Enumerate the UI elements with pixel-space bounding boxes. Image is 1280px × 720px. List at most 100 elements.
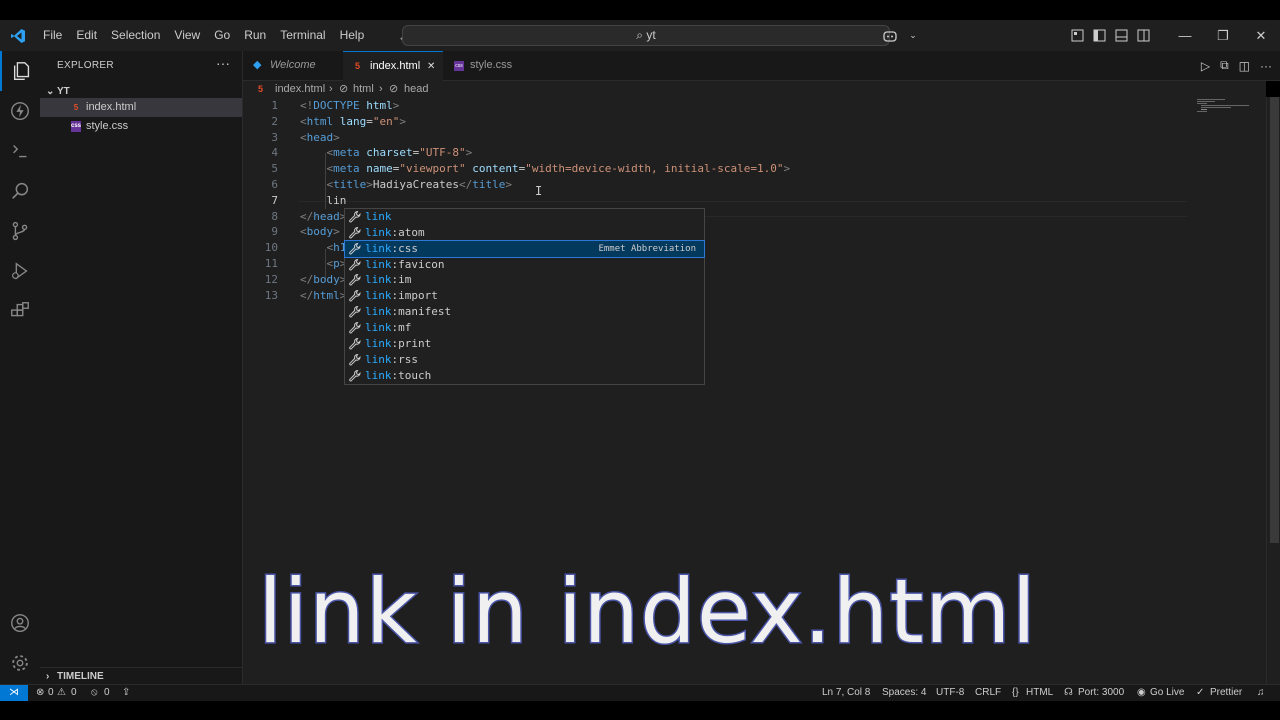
menu-help[interactable]: Help bbox=[333, 20, 372, 51]
error-icon[interactable]: ⊗ bbox=[36, 685, 44, 701]
suggestion-label: link:favicon bbox=[365, 257, 445, 271]
code-line[interactable]: 3 <head> bbox=[243, 130, 1183, 146]
menu-terminal[interactable]: Terminal bbox=[273, 20, 332, 51]
suggestion-item[interactable]: link:touch bbox=[345, 368, 704, 384]
run-debug-icon[interactable] bbox=[0, 251, 40, 291]
toggle-panel-icon[interactable] bbox=[1110, 20, 1132, 51]
more-actions-icon[interactable]: ··· bbox=[1260, 59, 1272, 73]
run-icon[interactable]: ▷ bbox=[1201, 59, 1210, 73]
suggestion-item[interactable]: link bbox=[345, 209, 704, 225]
code-line[interactable]: 6 <title>HadiyaCreates</title> bbox=[243, 177, 1183, 193]
live-share-status-icon[interactable]: ⇪ bbox=[122, 685, 130, 701]
tab-style-css[interactable]: css style.css bbox=[443, 51, 538, 80]
suggestion-label: link:touch bbox=[365, 368, 432, 382]
editor-scrollbar[interactable] bbox=[1266, 97, 1280, 684]
check-icon: ✓ bbox=[1196, 687, 1205, 698]
source-control-icon[interactable] bbox=[0, 211, 40, 251]
suggestion-item[interactable]: link:im bbox=[345, 272, 704, 288]
wrench-icon bbox=[348, 353, 362, 367]
menu-edit[interactable]: Edit bbox=[69, 20, 104, 51]
copilot-icon[interactable] bbox=[874, 20, 906, 51]
search-sidebar-icon[interactable] bbox=[0, 171, 40, 211]
indentation[interactable]: Spaces: 4 bbox=[882, 685, 926, 701]
accounts-icon[interactable] bbox=[0, 603, 40, 643]
language-mode[interactable]: HTML bbox=[1026, 685, 1053, 701]
minimize-icon[interactable]: — bbox=[1166, 20, 1204, 51]
suggestion-label: link:css bbox=[365, 241, 418, 255]
breadcrumb-file[interactable]: index.html bbox=[275, 81, 325, 97]
suggestion-item[interactable]: link:rss bbox=[345, 352, 704, 368]
explorer-sidebar: EXPLORER ··· ⌄ YT 5 index.html css style… bbox=[40, 51, 243, 684]
more-actions-icon[interactable]: ··· bbox=[216, 55, 230, 71]
file-item-style-css[interactable]: css style.css bbox=[40, 117, 242, 136]
code-line[interactable]: 5 <meta name="viewport" content="width=d… bbox=[243, 161, 1183, 177]
explorer-icon[interactable] bbox=[0, 51, 42, 91]
suggestion-item[interactable]: link:favicon bbox=[345, 257, 704, 273]
suggestion-item[interactable]: link:import bbox=[345, 288, 704, 304]
toggle-sidebar-icon[interactable] bbox=[1088, 20, 1110, 51]
go-live-icon: ◉ bbox=[1137, 687, 1146, 698]
chevron-down-icon[interactable]: ⌄ bbox=[906, 20, 920, 51]
live-server-port[interactable]: Port: 3000 bbox=[1078, 685, 1124, 701]
line-number: 11 bbox=[264, 257, 278, 270]
customize-layout-icon[interactable] bbox=[1066, 20, 1088, 51]
braces-icon: {} bbox=[1012, 687, 1019, 698]
close-window-icon[interactable]: ✕ bbox=[1242, 20, 1280, 51]
breadcrumb-html[interactable]: html bbox=[353, 81, 374, 97]
testing-icon[interactable] bbox=[0, 131, 40, 171]
menu-selection[interactable]: Selection bbox=[104, 20, 167, 51]
scrollbar-thumb[interactable] bbox=[1270, 97, 1279, 543]
open-preview-icon[interactable]: ⧉ bbox=[1220, 58, 1229, 73]
live-share-icon[interactable] bbox=[0, 91, 40, 131]
element-icon: ⊘ bbox=[339, 83, 349, 95]
remote-indicator-icon[interactable]: ⋊ bbox=[0, 685, 28, 701]
menu-file[interactable]: File bbox=[36, 20, 69, 51]
editor-tabs: ◆ Welcome 5 index.html ✕ css style.css ▷… bbox=[243, 51, 1280, 81]
ports-icon[interactable]: ⦸ bbox=[91, 685, 98, 701]
suggestion-item[interactable]: link:mf bbox=[345, 320, 704, 336]
code-text: <!DOCTYPE html> bbox=[300, 99, 400, 112]
encoding[interactable]: UTF-8 bbox=[936, 685, 964, 701]
suggestion-item[interactable]: link:print bbox=[345, 336, 704, 352]
tab-welcome[interactable]: ◆ Welcome bbox=[243, 51, 343, 80]
wrench-icon bbox=[348, 289, 362, 303]
ports-count[interactable]: 0 bbox=[104, 685, 110, 701]
warnings-count[interactable]: 0 bbox=[71, 685, 77, 701]
code-line[interactable]: 4 <meta charset="UTF-8"> bbox=[243, 145, 1183, 161]
extensions-icon[interactable] bbox=[0, 291, 40, 331]
prettier[interactable]: Prettier bbox=[1210, 685, 1242, 701]
go-live[interactable]: Go Live bbox=[1150, 685, 1184, 701]
notifications-bell-icon[interactable]: ♫ bbox=[1257, 685, 1265, 701]
code-line[interactable]: 2 <html lang="en"> bbox=[243, 114, 1183, 130]
toggle-secondary-sidebar-icon[interactable] bbox=[1132, 20, 1154, 51]
menu-run[interactable]: Run bbox=[237, 20, 273, 51]
split-editor-icon[interactable]: ◫ bbox=[1239, 59, 1250, 73]
html5-file-icon: 5 bbox=[355, 61, 361, 71]
menu-view[interactable]: View bbox=[167, 20, 207, 51]
warning-icon[interactable]: ⚠ bbox=[57, 685, 66, 701]
suggestion-item[interactable]: link:atom bbox=[345, 225, 704, 241]
suggestion-item[interactable]: link:manifest bbox=[345, 304, 704, 320]
code-line[interactable]: 1 <!DOCTYPE html> bbox=[243, 98, 1183, 114]
code-text: <h1 bbox=[326, 241, 347, 255]
minimap[interactable] bbox=[1193, 97, 1253, 117]
suggestion-item[interactable]: link:css Emmet Abbreviation bbox=[344, 239, 705, 258]
menu-go[interactable]: Go bbox=[207, 20, 237, 51]
suggestion-detail: Emmet Abbreviation bbox=[598, 243, 696, 254]
file-item-index-html[interactable]: 5 index.html bbox=[40, 98, 242, 117]
settings-gear-icon[interactable] bbox=[0, 643, 40, 683]
restore-icon[interactable]: ❐ bbox=[1204, 20, 1242, 51]
breadcrumb-separator: › bbox=[379, 83, 383, 95]
suggestion-label: link:manifest bbox=[365, 305, 452, 319]
cursor-position[interactable]: Ln 7, Col 8 bbox=[822, 685, 870, 701]
end-of-line[interactable]: CRLF bbox=[975, 685, 1001, 701]
line-number: 1 bbox=[271, 99, 278, 112]
breadcrumb-head[interactable]: head bbox=[404, 81, 428, 97]
close-tab-icon[interactable]: ✕ bbox=[427, 52, 435, 81]
errors-count[interactable]: 0 bbox=[48, 685, 54, 701]
tab-index-html[interactable]: 5 index.html ✕ bbox=[343, 51, 443, 81]
breadcrumb-separator: › bbox=[329, 83, 333, 95]
timeline-section[interactable]: › TIMELINE bbox=[40, 667, 242, 685]
command-center-search[interactable]: ⌕ yt bbox=[402, 25, 890, 46]
code-line[interactable]: 7 lin bbox=[243, 193, 1183, 209]
